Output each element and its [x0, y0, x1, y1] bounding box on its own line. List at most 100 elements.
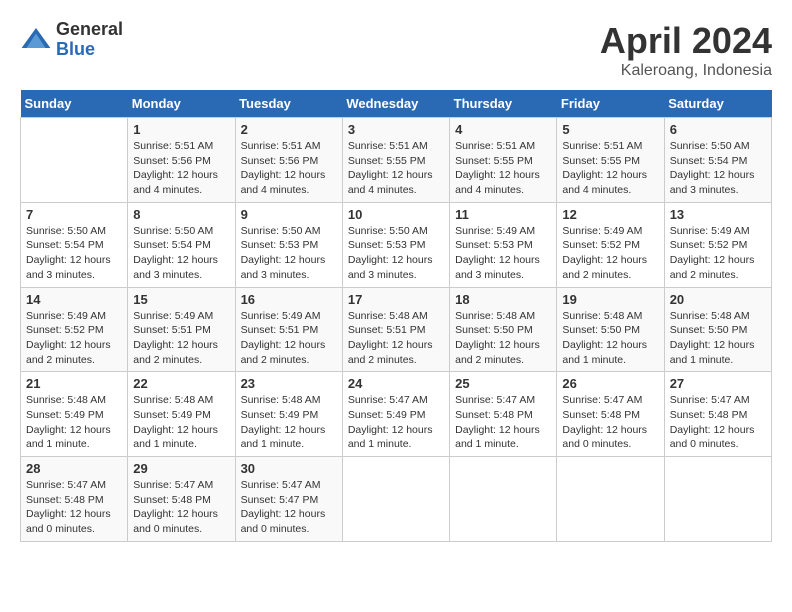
day-info-22: Sunrise: 5:48 AM Sunset: 5:49 PM Dayligh… [133, 393, 229, 452]
calendar-cell-w5-d2: 29Sunrise: 5:47 AM Sunset: 5:48 PM Dayli… [128, 457, 235, 542]
calendar-cell-w3-d5: 18Sunrise: 5:48 AM Sunset: 5:50 PM Dayli… [450, 287, 557, 372]
calendar-cell-w1-d3: 2 Sunrise: 5:51 AM Sunset: 5:56 PM Daylig… [235, 118, 342, 203]
weekday-header-sunday: Sunday [21, 90, 128, 118]
day-number-24: 24 [348, 376, 444, 391]
calendar-cell-w4-d7: 27Sunrise: 5:47 AM Sunset: 5:48 PM Dayli… [664, 372, 771, 457]
calendar-cell-w1-d4: 3Sunrise: 5:51 AM Sunset: 5:55 PM Daylig… [342, 118, 449, 203]
calendar-cell-w5-d1: 28 Sunrise: 5:47 AM Sunset: 5:48 PM Dayli… [21, 457, 128, 542]
day-info-7: Sunrise: 5:50 AM Sunset: 5:54 PM Dayligh… [26, 224, 122, 283]
weekday-header-tuesday: Tuesday [235, 90, 342, 118]
day-number-20: 20 [670, 292, 766, 307]
day-number-8: 8 [133, 207, 229, 222]
calendar-cell-w4-d5: 25 Sunrise: 5:47 AM Sunset: 5:48 PM Dayli… [450, 372, 557, 457]
day-info-19: Sunrise: 5:48 AM Sunset: 5:50 PM Dayligh… [562, 309, 658, 368]
day-info-12: Sunrise: 5:49 AM Sunset: 5:52 PM Dayligh… [562, 224, 658, 283]
calendar-cell-w1-d6: 5 Sunrise: 5:51 AM Sunset: 5:55 PM Daylig… [557, 118, 664, 203]
day-number-15: 15 [133, 292, 229, 307]
day-info-20: Sunrise: 5:48 AM Sunset: 5:50 PM Dayligh… [670, 309, 766, 368]
day-number-30: 30 [241, 461, 337, 476]
calendar-cell-w1-d2: 1 Sunrise: 5:51 AM Sunset: 5:56 PM Daylig… [128, 118, 235, 203]
day-number-10: 10 [348, 207, 444, 222]
day-info-28: Sunrise: 5:47 AM Sunset: 5:48 PM Dayligh… [26, 478, 122, 537]
calendar-cell-w2-d6: 12 Sunrise: 5:49 AM Sunset: 5:52 PM Dayli… [557, 202, 664, 287]
day-info-13: Sunrise: 5:49 AM Sunset: 5:52 PM Dayligh… [670, 224, 766, 283]
calendar-cell-w5-d7 [664, 457, 771, 542]
day-number-23: 23 [241, 376, 337, 391]
day-info-21: Sunrise: 5:48 AM Sunset: 5:49 PM Dayligh… [26, 393, 122, 452]
calendar-cell-w3-d4: 17 Sunrise: 5:48 AM Sunset: 5:51 PM Dayli… [342, 287, 449, 372]
calendar-cell-w1-d7: 6Sunrise: 5:50 AM Sunset: 5:54 PM Daylig… [664, 118, 771, 203]
day-info-16: Sunrise: 5:49 AM Sunset: 5:51 PM Dayligh… [241, 309, 337, 368]
day-info-29: Sunrise: 5:47 AM Sunset: 5:48 PM Dayligh… [133, 478, 229, 537]
day-number-1: 1 [133, 122, 229, 137]
week-row-2: 7 Sunrise: 5:50 AM Sunset: 5:54 PM Daylig… [21, 202, 772, 287]
day-number-28: 28 [26, 461, 122, 476]
day-info-1: Sunrise: 5:51 AM Sunset: 5:56 PM Dayligh… [133, 139, 229, 198]
calendar-cell-w5-d6 [557, 457, 664, 542]
calendar-cell-w2-d5: 11 Sunrise: 5:49 AM Sunset: 5:53 PM Dayli… [450, 202, 557, 287]
weekday-header-monday: Monday [128, 90, 235, 118]
logo-general-text: General [56, 20, 123, 40]
day-number-27: 27 [670, 376, 766, 391]
day-number-16: 16 [241, 292, 337, 307]
week-row-4: 21 Sunrise: 5:48 AM Sunset: 5:49 PM Dayli… [21, 372, 772, 457]
day-number-14: 14 [26, 292, 122, 307]
calendar-cell-w2-d1: 7 Sunrise: 5:50 AM Sunset: 5:54 PM Daylig… [21, 202, 128, 287]
calendar-cell-w2-d2: 8 Sunrise: 5:50 AM Sunset: 5:54 PM Daylig… [128, 202, 235, 287]
weekday-header-wednesday: Wednesday [342, 90, 449, 118]
day-info-11: Sunrise: 5:49 AM Sunset: 5:53 PM Dayligh… [455, 224, 551, 283]
day-info-5: Sunrise: 5:51 AM Sunset: 5:55 PM Dayligh… [562, 139, 658, 198]
calendar-cell-w5-d3: 30 Sunrise: 5:47 AM Sunset: 5:47 PM Dayli… [235, 457, 342, 542]
week-row-5: 28 Sunrise: 5:47 AM Sunset: 5:48 PM Dayli… [21, 457, 772, 542]
calendar-cell-w4-d1: 21 Sunrise: 5:48 AM Sunset: 5:49 PM Dayli… [21, 372, 128, 457]
day-number-25: 25 [455, 376, 551, 391]
weekday-header-thursday: Thursday [450, 90, 557, 118]
day-number-3: 3 [348, 122, 444, 137]
day-info-30: Sunrise: 5:47 AM Sunset: 5:47 PM Dayligh… [241, 478, 337, 537]
day-info-10: Sunrise: 5:50 AM Sunset: 5:53 PM Dayligh… [348, 224, 444, 283]
calendar-cell-w2-d7: 13 Sunrise: 5:49 AM Sunset: 5:52 PM Dayli… [664, 202, 771, 287]
day-info-8: Sunrise: 5:50 AM Sunset: 5:54 PM Dayligh… [133, 224, 229, 283]
calendar-cell-w4-d6: 26Sunrise: 5:47 AM Sunset: 5:48 PM Dayli… [557, 372, 664, 457]
day-number-13: 13 [670, 207, 766, 222]
calendar-cell-w1-d1 [21, 118, 128, 203]
day-info-25: Sunrise: 5:47 AM Sunset: 5:48 PM Dayligh… [455, 393, 551, 452]
weekday-header-friday: Friday [557, 90, 664, 118]
day-number-21: 21 [26, 376, 122, 391]
calendar-cell-w5-d5 [450, 457, 557, 542]
day-number-2: 2 [241, 122, 337, 137]
calendar-cell-w3-d1: 14 Sunrise: 5:49 AM Sunset: 5:52 PM Dayli… [21, 287, 128, 372]
day-info-2: Sunrise: 5:51 AM Sunset: 5:56 PM Dayligh… [241, 139, 337, 198]
calendar-cell-w2-d3: 9 Sunrise: 5:50 AM Sunset: 5:53 PM Daylig… [235, 202, 342, 287]
day-number-17: 17 [348, 292, 444, 307]
calendar-cell-w1-d5: 4Sunrise: 5:51 AM Sunset: 5:55 PM Daylig… [450, 118, 557, 203]
weekday-header-saturday: Saturday [664, 90, 771, 118]
day-info-6: Sunrise: 5:50 AM Sunset: 5:54 PM Dayligh… [670, 139, 766, 198]
logo: General Blue [20, 20, 123, 60]
day-number-7: 7 [26, 207, 122, 222]
day-info-14: Sunrise: 5:49 AM Sunset: 5:52 PM Dayligh… [26, 309, 122, 368]
calendar-cell-w3-d7: 20 Sunrise: 5:48 AM Sunset: 5:50 PM Dayli… [664, 287, 771, 372]
day-number-19: 19 [562, 292, 658, 307]
header: General Blue April 2024 Kaleroang, Indon… [20, 20, 772, 80]
day-number-22: 22 [133, 376, 229, 391]
calendar-cell-w2-d4: 10 Sunrise: 5:50 AM Sunset: 5:53 PM Dayli… [342, 202, 449, 287]
calendar-table: SundayMondayTuesdayWednesdayThursdayFrid… [20, 90, 772, 542]
location: Kaleroang, Indonesia [600, 62, 772, 80]
logo-icon [20, 24, 52, 56]
day-info-9: Sunrise: 5:50 AM Sunset: 5:53 PM Dayligh… [241, 224, 337, 283]
day-info-24: Sunrise: 5:47 AM Sunset: 5:49 PM Dayligh… [348, 393, 444, 452]
logo-blue-text: Blue [56, 40, 123, 60]
week-row-3: 14 Sunrise: 5:49 AM Sunset: 5:52 PM Dayli… [21, 287, 772, 372]
day-info-17: Sunrise: 5:48 AM Sunset: 5:51 PM Dayligh… [348, 309, 444, 368]
calendar-cell-w3-d3: 16 Sunrise: 5:49 AM Sunset: 5:51 PM Dayli… [235, 287, 342, 372]
day-number-9: 9 [241, 207, 337, 222]
day-number-12: 12 [562, 207, 658, 222]
calendar-cell-w4-d2: 22 Sunrise: 5:48 AM Sunset: 5:49 PM Dayli… [128, 372, 235, 457]
day-number-5: 5 [562, 122, 658, 137]
day-info-18: Sunrise: 5:48 AM Sunset: 5:50 PM Dayligh… [455, 309, 551, 368]
calendar-cell-w4-d4: 24 Sunrise: 5:47 AM Sunset: 5:49 PM Dayli… [342, 372, 449, 457]
day-info-23: Sunrise: 5:48 AM Sunset: 5:49 PM Dayligh… [241, 393, 337, 452]
day-info-4: Sunrise: 5:51 AM Sunset: 5:55 PM Dayligh… [455, 139, 551, 198]
day-number-11: 11 [455, 207, 551, 222]
